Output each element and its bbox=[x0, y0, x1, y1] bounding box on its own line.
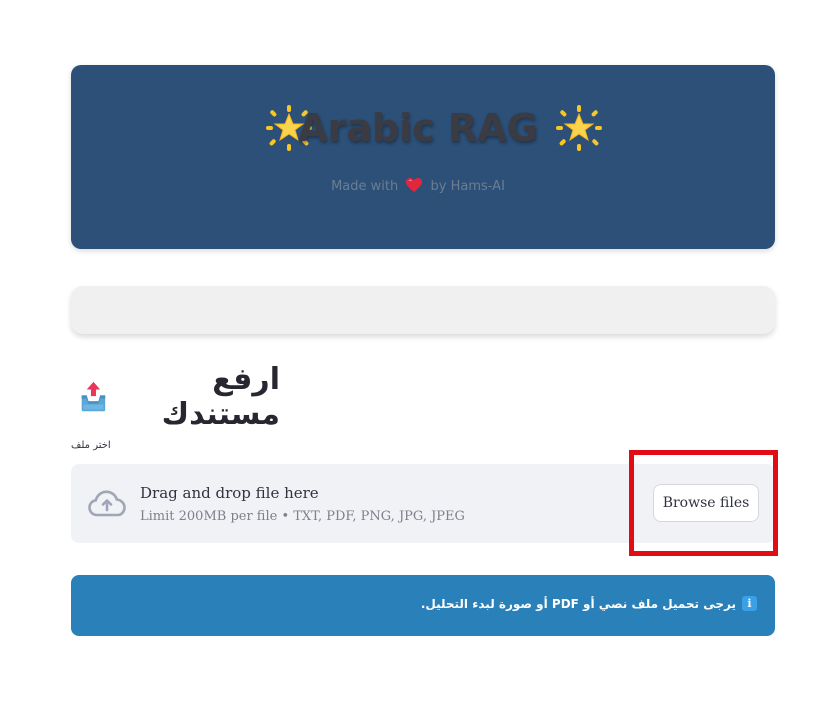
dropzone-title: Drag and drop file here bbox=[140, 484, 319, 502]
empty-panel bbox=[71, 286, 775, 334]
info-banner: i يرجى تحميل ملف نصي أو PDF أو صورة لبدء… bbox=[71, 575, 775, 636]
cloud-upload-icon bbox=[88, 490, 126, 517]
upload-heading-text: ارفع مستندك bbox=[161, 362, 280, 432]
glowing-star-icon bbox=[556, 105, 602, 151]
subtitle-suffix: by Hams-AI bbox=[430, 179, 505, 194]
app-header bbox=[71, 65, 775, 249]
inbox-upload-icon bbox=[81, 381, 106, 412]
file-uploader-label: اختر ملف bbox=[71, 440, 111, 451]
heart-icon bbox=[406, 178, 423, 192]
info-message: يرجى تحميل ملف نصي أو PDF أو صورة لبدء ا… bbox=[420, 596, 736, 611]
app-title: Arabic RAG bbox=[298, 106, 538, 150]
upload-heading: ارفع مستندك bbox=[80, 362, 280, 432]
app-subtitle: Made with by Hams-AI bbox=[0, 178, 836, 194]
highlight-box bbox=[629, 450, 778, 556]
dropzone-limit-text: Limit 200MB per file • TXT, PDF, PNG, JP… bbox=[140, 509, 465, 524]
subtitle-prefix: Made with bbox=[331, 179, 399, 194]
info-icon: i bbox=[742, 596, 757, 611]
info-message-row: i يرجى تحميل ملف نصي أو PDF أو صورة لبدء… bbox=[421, 596, 757, 611]
